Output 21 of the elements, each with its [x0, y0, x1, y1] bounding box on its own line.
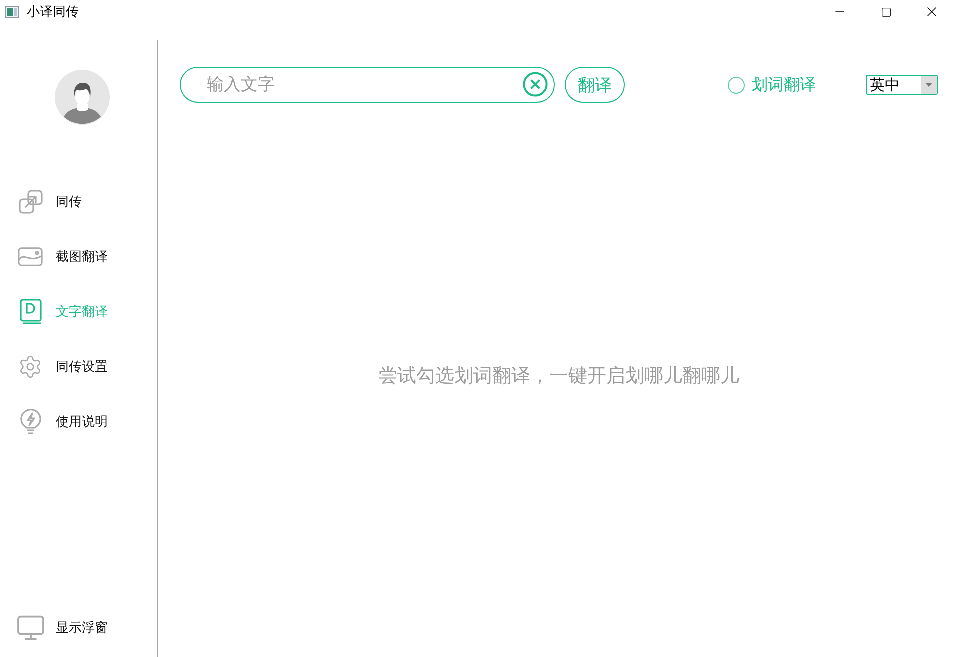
sidebar-item[interactable]: 使用说明 [0, 394, 157, 449]
search-field[interactable]: 输入文字 [180, 67, 555, 103]
radio-button[interactable] [728, 76, 745, 94]
clear-icon[interactable] [523, 72, 548, 97]
squares-arrow-icon [18, 190, 42, 214]
book-icon [20, 298, 42, 324]
hint-text: 尝试勾选划词翻译，一键开启划哪儿翻哪儿 [378, 364, 740, 389]
avatar-icon[interactable] [55, 70, 110, 125]
image-icon [18, 246, 43, 266]
maximize-icon[interactable] [880, 6, 892, 18]
lightbulb-icon [18, 408, 42, 434]
sidebar-item[interactable]: 显示浮窗 [0, 608, 157, 648]
sidebar-item[interactable]: 截图翻译 [0, 229, 157, 284]
monitor-icon [16, 613, 46, 643]
sidebar-item[interactable]: 同传设置 [0, 339, 157, 394]
language-select[interactable]: 英中 [866, 75, 938, 95]
gear-icon [18, 354, 43, 380]
sidebar-item[interactable]: 同传 [0, 174, 157, 229]
window-title: 小译同传 [27, 4, 79, 21]
caret-icon [921, 76, 937, 94]
app-icon [5, 6, 19, 18]
